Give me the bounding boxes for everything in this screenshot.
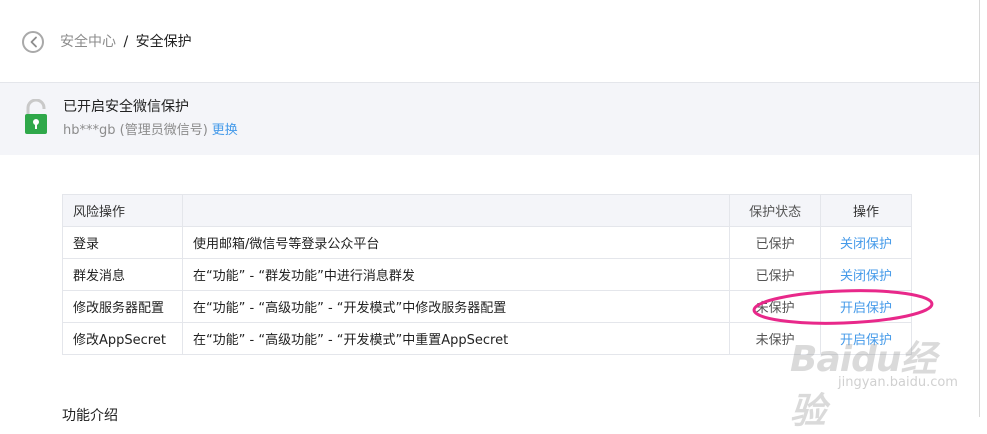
disable-protection-link[interactable]: 关闭保护 bbox=[840, 269, 892, 284]
operation-cell: 登录 bbox=[62, 226, 183, 259]
operation-cell: 群发消息 bbox=[62, 258, 183, 291]
table-row: 登录 使用邮箱/微信号等登录公众平台 已保护 关闭保护 bbox=[62, 226, 912, 259]
state-cell: 已保护 bbox=[729, 258, 822, 291]
column-header-state: 保护状态 bbox=[729, 194, 822, 227]
table-header-row: 风险操作 保护状态 操作 bbox=[62, 194, 912, 227]
action-cell: 关闭保护 bbox=[820, 258, 912, 291]
protection-status-panel: 已开启安全微信保护 hb***gb (管理员微信号) 更换 bbox=[0, 82, 979, 155]
state-cell: 未保护 bbox=[729, 290, 822, 323]
table-row: 群发消息 在“功能” - “群发功能”中进行消息群发 已保护 关闭保护 bbox=[62, 258, 912, 291]
description-cell: 在“功能” - “高级功能” - “开发模式”中修改服务器配置 bbox=[181, 290, 731, 323]
section-heading: 功能介绍 bbox=[62, 408, 118, 424]
disable-protection-link[interactable]: 关闭保护 bbox=[840, 237, 892, 252]
account-name: hb***gb (管理员微信号) bbox=[63, 123, 208, 138]
risk-operations-table: 风险操作 保护状态 操作 登录 使用邮箱/微信号等登录公众平台 已保护 关闭保护… bbox=[62, 194, 912, 355]
protected-account: hb***gb (管理员微信号) 更换 bbox=[63, 122, 238, 139]
unlocked-padlock-icon bbox=[25, 99, 47, 134]
column-header-action: 操作 bbox=[820, 194, 912, 227]
table-row: 修改服务器配置 在“功能” - “高级功能” - “开发模式”中修改服务器配置 … bbox=[62, 290, 912, 323]
change-account-link[interactable]: 更换 bbox=[212, 123, 238, 138]
state-cell: 已保护 bbox=[729, 226, 822, 259]
back-button[interactable] bbox=[22, 31, 44, 53]
state-cell: 未保护 bbox=[729, 322, 822, 355]
enable-protection-link[interactable]: 开启保护 bbox=[840, 301, 892, 316]
action-cell: 开启保护 bbox=[820, 322, 912, 355]
description-cell: 在“功能” - “群发功能”中进行消息群发 bbox=[181, 258, 731, 291]
enable-protection-link[interactable]: 开启保护 bbox=[840, 333, 892, 348]
watermark-url: jingyan.baidu.com bbox=[838, 375, 958, 390]
breadcrumb: 安全中心 / 安全保护 bbox=[60, 33, 192, 51]
action-cell: 关闭保护 bbox=[820, 226, 912, 259]
chevron-left-icon bbox=[30, 36, 37, 48]
column-header-operation: 风险操作 bbox=[62, 194, 183, 227]
breadcrumb-separator: / bbox=[123, 34, 129, 50]
status-title: 已开启安全微信保护 bbox=[63, 99, 189, 115]
description-cell: 在“功能” - “高级功能” - “开发模式”中重置AppSecret bbox=[181, 322, 731, 355]
description-cell: 使用邮箱/微信号等登录公众平台 bbox=[181, 226, 731, 259]
page-edge-divider bbox=[979, 0, 980, 417]
action-cell: 开启保护 bbox=[820, 290, 912, 323]
top-bar: 安全中心 / 安全保护 bbox=[0, 0, 987, 82]
operation-cell: 修改AppSecret bbox=[62, 322, 183, 355]
breadcrumb-current: 安全保护 bbox=[135, 34, 192, 50]
breadcrumb-security-center[interactable]: 安全中心 bbox=[60, 34, 116, 50]
operation-cell: 修改服务器配置 bbox=[62, 290, 183, 323]
column-header-description bbox=[181, 194, 731, 227]
table-row: 修改AppSecret 在“功能” - “高级功能” - “开发模式”中重置Ap… bbox=[62, 322, 912, 355]
